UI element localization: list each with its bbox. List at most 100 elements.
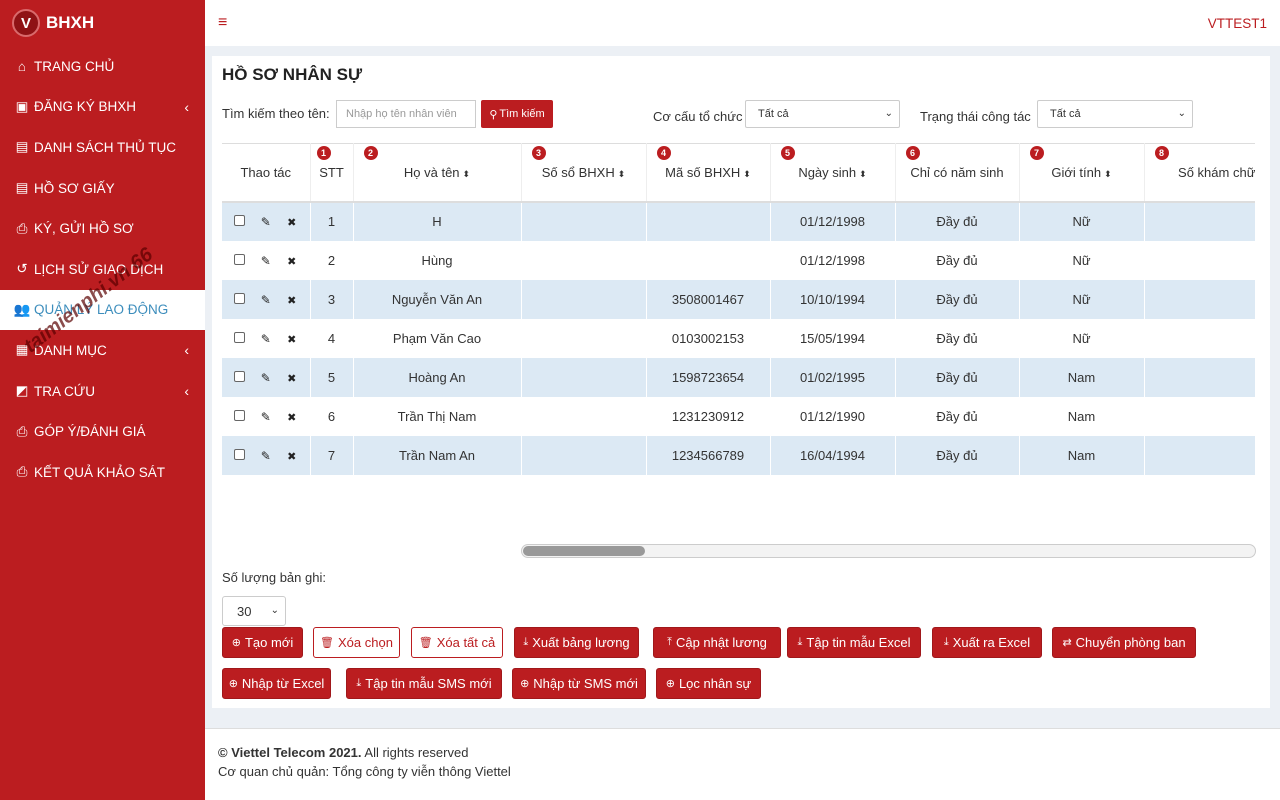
brand[interactable]: V BHXH	[0, 0, 205, 46]
delete-icon[interactable]: ✖	[279, 255, 305, 268]
edit-icon[interactable]: ✎	[253, 293, 279, 307]
sidebar-item-9[interactable]: ◩ TRA CỨU ‹	[0, 371, 205, 412]
sort-icon[interactable]: ⬍	[743, 169, 751, 179]
cell-year-only: Đầy đủ	[895, 279, 1020, 319]
button-chuyển-phòng-ban[interactable]: ⇄ Chuyển phòng ban	[1052, 627, 1196, 658]
column-header-6[interactable]: 5 Ngày sinh ⬍	[770, 143, 896, 203]
row-select-checkbox[interactable]	[227, 292, 253, 304]
checkbox-icon	[234, 448, 246, 460]
delete-icon[interactable]: ✖	[279, 411, 305, 424]
org-select[interactable]: Tất cả ⌄	[745, 100, 900, 128]
edit-icon[interactable]: ✎	[253, 215, 279, 229]
button-tập-tin-mẫu-excel[interactable]: ⤓ Tập tin mẫu Excel	[787, 627, 921, 658]
delete-icon[interactable]: ✖	[279, 372, 305, 385]
button-tập-tin-mẫu-sms-mới[interactable]: ⤓ Tập tin mẫu SMS mới	[346, 668, 502, 699]
edit-icon[interactable]: ✎	[253, 371, 279, 385]
sort-icon[interactable]: ⬍	[618, 169, 626, 179]
delete-icon[interactable]: ✖	[279, 216, 305, 229]
cell-gender: Nữ	[1019, 318, 1145, 358]
row-select-checkbox[interactable]	[227, 215, 253, 226]
edit-icon[interactable]: ✎	[253, 449, 279, 463]
sidebar-item-6[interactable]: ↺ LỊCH SỬ GIAO DỊCH	[0, 249, 205, 290]
sort-icon[interactable]: ⬍	[463, 169, 471, 179]
column-number-badge: 3	[531, 146, 546, 160]
cell-stt: 4	[310, 318, 354, 358]
edit-icon[interactable]: ✎	[253, 410, 279, 424]
scrollbar-thumb[interactable]	[523, 546, 645, 556]
exchange-icon: ⇄	[1062, 637, 1072, 649]
cell-name: Trần Thị Nam	[353, 396, 522, 436]
horizontal-scrollbar[interactable]	[521, 544, 1256, 558]
button-cập-nhật-lương[interactable]: ⤒ Cập nhật lương	[653, 627, 781, 658]
button-xóa-tất-cả[interactable]: 🗑 Xóa tất cả	[411, 627, 503, 658]
sidebar-item-3[interactable]: ▤ DANH SÁCH THỦ TỤC	[0, 127, 205, 168]
sidebar-item-label: TRANG CHỦ	[34, 58, 115, 74]
row-select-checkbox[interactable]	[227, 409, 253, 421]
sidebar-item-label: HỒ SƠ GIẤY	[34, 180, 115, 196]
column-header-4[interactable]: 3 Số sổ BHXH ⬍	[521, 143, 647, 203]
sidebar: V BHXH ⌂ TRANG CHỦ ▣ ĐĂNG KÝ BHXH ‹ ▤ DANH SÁC…	[0, 0, 205, 800]
chevron-down-icon: ⌄	[884, 108, 893, 119]
table-row: ✎ ✖ 4 Phạm Văn Cao 0103002153 15/05/1994 Đầy đ…	[222, 318, 1255, 358]
cell-ma-so: 1231230912	[646, 396, 771, 436]
column-header-5[interactable]: 4 Mã số BHXH ⬍	[646, 143, 771, 203]
edit-icon[interactable]: ✎	[253, 254, 279, 268]
sort-icon[interactable]: ⬍	[859, 169, 867, 179]
search-input[interactable]: Nhập họ tên nhân viên	[336, 100, 476, 128]
cell-dob: 01/12/1998	[770, 240, 896, 280]
sidebar-item-8[interactable]: ▦ DANH MỤC ‹	[0, 330, 205, 371]
button-nhập-từ-excel[interactable]: ⊕ Nhập từ Excel	[222, 668, 331, 699]
button-lọc-nhân-sự[interactable]: ⊕ Lọc nhân sự	[656, 668, 761, 699]
sidebar-item-7[interactable]: 👥 QUẢN LÝ LAO ĐỘNG	[0, 289, 205, 331]
owner-text: Cơ quan chủ quản: Tổng công ty viễn thôn…	[218, 764, 511, 779]
button-tạo-mới[interactable]: ⊕ Tạo mới	[222, 627, 303, 658]
cell-year-only: Đầy đủ	[895, 357, 1020, 397]
sidebar-item-10[interactable]: ⎙ GÓP Ý/ĐÁNH GIÁ	[0, 411, 205, 452]
search-button[interactable]: ⚲ Tìm kiếm	[481, 100, 553, 128]
sidebar-item-11[interactable]: ⎙ KẾT QUẢ KHẢO SÁT	[0, 452, 205, 493]
records-label: Số lượng bản ghi:	[222, 570, 326, 585]
row-select-checkbox[interactable]	[227, 253, 253, 265]
row-select-checkbox[interactable]	[227, 331, 253, 343]
sort-icon[interactable]: ⬍	[1104, 169, 1112, 179]
chevron-down-icon: ⌄	[270, 605, 279, 616]
column-header-3[interactable]: 2 Họ và tên ⬍	[353, 143, 522, 203]
user-menu[interactable]: VTTEST1	[1208, 16, 1267, 31]
sidebar-item-4[interactable]: ▤ HỒ SƠ GIẤY	[0, 168, 205, 209]
row-actions: ✎ ✖	[222, 396, 311, 436]
main-panel: HỒ SƠ NHÂN SỰ Tìm kiếm theo tên: Nhập họ…	[212, 56, 1270, 708]
sidebar-item-1[interactable]: ⌂ TRANG CHỦ	[0, 46, 205, 87]
cell-gender: Nữ	[1019, 240, 1145, 280]
records-per-page-select[interactable]: 30 ⌄	[222, 596, 286, 626]
table-row: ✎ ✖ 5 Hoàng An 1598723654 01/02/1995 Đầy đủ Nam	[222, 357, 1255, 397]
cell-year-only: Đầy đủ	[895, 435, 1020, 475]
button-xuất-bảng-lương[interactable]: ⤓ Xuất bảng lương	[514, 627, 639, 658]
row-select-checkbox[interactable]	[227, 370, 253, 382]
file-icon: ▤	[15, 139, 29, 155]
button-xóa-chọn[interactable]: 🗑 Xóa chọn	[313, 627, 400, 658]
edit-icon[interactable]: ✎	[253, 332, 279, 346]
delete-icon[interactable]: ✖	[279, 450, 305, 463]
column-header-8[interactable]: 7 Giới tính ⬍	[1019, 143, 1145, 203]
status-select[interactable]: Tất cả ⌄	[1037, 100, 1193, 128]
copyright: © Viettel Telecom 2021.	[218, 745, 362, 760]
column-header-1: Thao tác	[222, 143, 311, 203]
button-label: Xuất bảng lương	[532, 635, 630, 650]
cell-ma-so: 1598723654	[646, 357, 771, 397]
cell-stt: 7	[310, 435, 354, 475]
sidebar-item-5[interactable]: ⎙ KÝ, GỬI HỒ SƠ	[0, 208, 205, 249]
plus-circle-icon: ⊕	[228, 678, 238, 690]
row-select-checkbox[interactable]	[227, 448, 253, 460]
sidebar-item-2[interactable]: ▣ ĐĂNG KÝ BHXH ‹	[0, 87, 205, 128]
menu-toggle-icon[interactable]: ≡	[218, 14, 227, 32]
trash-icon: 🗑	[320, 637, 335, 649]
button-label: Xuất ra Excel	[952, 635, 1031, 650]
chevron-down-icon: ⌄	[1177, 108, 1186, 119]
delete-icon[interactable]: ✖	[279, 294, 305, 307]
button-label: Nhập từ SMS mới	[533, 676, 638, 691]
trash-icon: 🗑	[418, 637, 433, 649]
button-nhập-từ-sms-mới[interactable]: ⊕ Nhập từ SMS mới	[512, 668, 646, 699]
button-xuất-ra-excel[interactable]: ⤓ Xuất ra Excel	[932, 627, 1042, 658]
column-header-label: Số khám chữa bện	[1178, 164, 1255, 180]
delete-icon[interactable]: ✖	[279, 333, 305, 346]
